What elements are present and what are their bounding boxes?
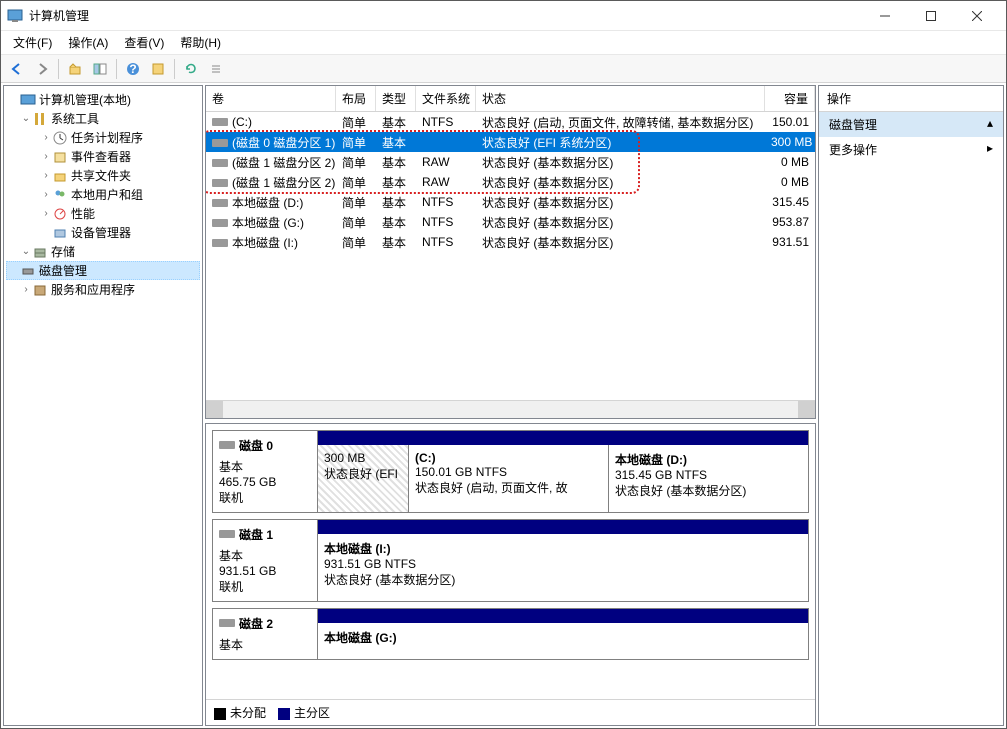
actions-more[interactable]: 更多操作▸ [819, 137, 1003, 162]
collapse-icon: ▴ [987, 116, 993, 133]
menubar: 文件(F) 操作(A) 查看(V) 帮助(H) [1, 31, 1006, 55]
col-layout[interactable]: 布局 [336, 86, 376, 111]
disk-map-pane: 磁盘 0基本465.75 GB联机300 MB状态良好 (EFI(C:)150.… [205, 423, 816, 726]
col-volume[interactable]: 卷 [206, 86, 336, 111]
tree-task-scheduler[interactable]: ›任务计划程序 [6, 128, 200, 147]
minimize-button[interactable] [862, 1, 908, 31]
disk-entry[interactable]: 磁盘 0基本465.75 GB联机300 MB状态良好 (EFI(C:)150.… [212, 430, 809, 513]
col-capacity[interactable]: 容量 [765, 86, 815, 111]
legend: 未分配 主分区 [206, 699, 815, 725]
partition[interactable]: (C:)150.01 GB NTFS状态良好 (启动, 页面文件, 故 [408, 445, 608, 512]
disk-bar [318, 431, 808, 445]
app-window: 计算机管理 文件(F) 操作(A) 查看(V) 帮助(H) ? 计算机管理(本地… [0, 0, 1007, 729]
tree-device-manager[interactable]: 设备管理器 [6, 223, 200, 242]
legend-primary: 主分区 [278, 704, 330, 721]
disk-icon [212, 139, 228, 147]
legend-unallocated: 未分配 [214, 704, 266, 721]
app-icon [7, 8, 23, 24]
disk-bar [318, 520, 808, 534]
disk-icon [219, 530, 235, 538]
volume-grid: 卷 布局 类型 文件系统 状态 容量 (C:)简单基本NTFS状态良好 (启动,… [205, 85, 816, 419]
menu-help[interactable]: 帮助(H) [172, 32, 229, 53]
col-status[interactable]: 状态 [476, 86, 765, 111]
tree-system-tools[interactable]: ⌄系统工具 [6, 109, 200, 128]
col-type[interactable]: 类型 [376, 86, 416, 111]
col-filesystem[interactable]: 文件系统 [416, 86, 476, 111]
partition[interactable]: 本地磁盘 (D:)315.45 GB NTFS状态良好 (基本数据分区) [608, 445, 808, 512]
disk-info: 磁盘 1基本931.51 GB联机 [213, 520, 318, 601]
content: 计算机管理(本地) ⌄系统工具 ›任务计划程序 ›事件查看器 ›共享文件夹 ›本… [1, 83, 1006, 728]
window-title: 计算机管理 [29, 7, 862, 24]
volume-row[interactable]: 本地磁盘 (I:)简单基本NTFS状态良好 (基本数据分区)931.51 [206, 232, 815, 252]
disk-info: 磁盘 2基本 [213, 609, 318, 659]
tree-shared-folders[interactable]: ›共享文件夹 [6, 166, 200, 185]
up-button[interactable] [63, 58, 87, 80]
actions-header: 操作 [819, 86, 1003, 112]
chevron-right-icon: ▸ [987, 141, 993, 158]
disk-list[interactable]: 磁盘 0基本465.75 GB联机300 MB状态良好 (EFI(C:)150.… [206, 424, 815, 699]
volume-row[interactable]: (磁盘 1 磁盘分区 2)简单基本RAW状态良好 (基本数据分区)0 MB [206, 172, 815, 192]
disk-icon [219, 619, 235, 627]
actions-disk-management[interactable]: 磁盘管理▴ [819, 112, 1003, 137]
tree-services-apps[interactable]: ›服务和应用程序 [6, 280, 200, 299]
menu-file[interactable]: 文件(F) [5, 32, 60, 53]
volume-row[interactable]: (磁盘 0 磁盘分区 1)简单基本状态良好 (EFI 系统分区)300 MB [206, 132, 815, 152]
disk-entry[interactable]: 磁盘 2基本本地磁盘 (G:) [212, 608, 809, 660]
disk-icon [212, 159, 228, 167]
partition[interactable]: 本地磁盘 (G:) [318, 623, 808, 659]
partition[interactable]: 300 MB状态良好 (EFI [318, 445, 408, 512]
partition[interactable]: 本地磁盘 (I:)931.51 GB NTFS状态良好 (基本数据分区) [318, 534, 808, 601]
disk-icon [212, 179, 228, 187]
back-button[interactable] [5, 58, 29, 80]
list-button[interactable] [204, 58, 228, 80]
disk-icon [219, 441, 235, 449]
disk-icon [212, 199, 228, 207]
titlebar: 计算机管理 [1, 1, 1006, 31]
menu-action[interactable]: 操作(A) [60, 32, 116, 53]
grid-body[interactable]: (C:)简单基本NTFS状态良好 (启动, 页面文件, 故障转储, 基本数据分区… [206, 112, 815, 400]
toolbar: ? [1, 55, 1006, 83]
tree-disk-management[interactable]: 磁盘管理 [6, 261, 200, 280]
maximize-button[interactable] [908, 1, 954, 31]
show-hide-tree-button[interactable] [88, 58, 112, 80]
actions-pane: 操作 磁盘管理▴ 更多操作▸ [818, 85, 1004, 726]
help-button[interactable]: ? [121, 58, 145, 80]
nav-tree[interactable]: 计算机管理(本地) ⌄系统工具 ›任务计划程序 ›事件查看器 ›共享文件夹 ›本… [3, 85, 203, 726]
volume-row[interactable]: (磁盘 1 磁盘分区 2)简单基本RAW状态良好 (基本数据分区)0 MB [206, 152, 815, 172]
tree-event-viewer[interactable]: ›事件查看器 [6, 147, 200, 166]
disk-entry[interactable]: 磁盘 1基本931.51 GB联机本地磁盘 (I:)931.51 GB NTFS… [212, 519, 809, 602]
properties-button[interactable] [146, 58, 170, 80]
tree-storage[interactable]: ⌄存储 [6, 242, 200, 261]
volume-row[interactable]: 本地磁盘 (G:)简单基本NTFS状态良好 (基本数据分区)953.87 [206, 212, 815, 232]
tree-performance[interactable]: ›性能 [6, 204, 200, 223]
refresh-button[interactable] [179, 58, 203, 80]
disk-icon [212, 239, 228, 247]
close-button[interactable] [954, 1, 1000, 31]
svg-text:?: ? [129, 62, 136, 76]
volume-row[interactable]: (C:)简单基本NTFS状态良好 (启动, 页面文件, 故障转储, 基本数据分区… [206, 112, 815, 132]
volume-row[interactable]: 本地磁盘 (D:)简单基本NTFS状态良好 (基本数据分区)315.45 [206, 192, 815, 212]
disk-bar [318, 609, 808, 623]
forward-button[interactable] [30, 58, 54, 80]
tree-root[interactable]: 计算机管理(本地) [6, 90, 200, 109]
tree-local-users[interactable]: ›本地用户和组 [6, 185, 200, 204]
disk-icon [212, 118, 228, 126]
menu-view[interactable]: 查看(V) [116, 32, 172, 53]
disk-icon [212, 219, 228, 227]
disk-info: 磁盘 0基本465.75 GB联机 [213, 431, 318, 512]
grid-scrollbar[interactable] [206, 400, 815, 418]
center-pane: 卷 布局 类型 文件系统 状态 容量 (C:)简单基本NTFS状态良好 (启动,… [205, 85, 816, 726]
grid-header: 卷 布局 类型 文件系统 状态 容量 [206, 86, 815, 112]
